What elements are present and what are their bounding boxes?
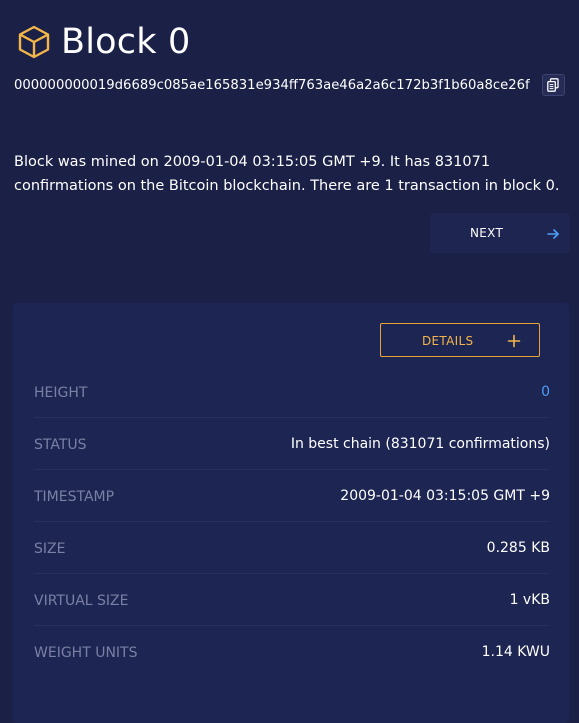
detail-value: In best chain (831071 confirmations) (290, 436, 550, 452)
detail-row-size: SIZE 0.285 KB (13, 522, 569, 574)
detail-label: HEIGHT (34, 385, 88, 401)
detail-label: VIRTUAL SIZE (34, 593, 129, 609)
detail-label: SIZE (34, 541, 66, 557)
height-link[interactable]: 0 (541, 384, 550, 400)
detail-value: 1.14 KWU (481, 644, 550, 660)
copy-hash-button[interactable] (541, 74, 565, 96)
detail-value: 2009-01-04 03:15:05 GMT +9 (340, 488, 550, 504)
block-hash-row: 000000000019d6689c085ae165831e934ff763ae… (14, 74, 565, 96)
next-button-label: NEXT (470, 226, 504, 240)
page-title: Block 0 (61, 22, 191, 62)
details-table: HEIGHT 0 STATUS In best chain (831071 co… (13, 366, 569, 678)
detail-label: STATUS (34, 437, 87, 453)
detail-value: 0.285 KB (486, 540, 550, 556)
detail-value: 1 vKB (509, 592, 550, 608)
cube-icon (16, 24, 52, 60)
arrow-right-icon (546, 226, 560, 240)
page-header: Block 0 (16, 20, 190, 64)
detail-row-weight-units: WEIGHT UNITS 1.14 KWU (13, 626, 569, 678)
details-button-label: DETAILS (422, 334, 474, 348)
plus-icon (507, 333, 521, 348)
detail-label: TIMESTAMP (34, 489, 115, 505)
detail-row-height: HEIGHT 0 (13, 366, 569, 418)
detail-row-virtual-size: VIRTUAL SIZE 1 vKB (13, 574, 569, 626)
block-details-card: DETAILS HEIGHT 0 STATUS In best chain (8… (13, 303, 569, 723)
detail-label: WEIGHT UNITS (34, 645, 138, 661)
detail-row-status: STATUS In best chain (831071 confirmatio… (13, 418, 569, 470)
next-block-button[interactable]: NEXT (430, 213, 570, 253)
detail-row-timestamp: TIMESTAMP 2009-01-04 03:15:05 GMT +9 (13, 470, 569, 522)
block-description: Block was mined on 2009-01-04 03:15:05 G… (14, 154, 560, 194)
details-button[interactable]: DETAILS (380, 323, 540, 357)
copy-icon (547, 78, 559, 92)
block-hash: 000000000019d6689c085ae165831e934ff763ae… (14, 77, 530, 93)
